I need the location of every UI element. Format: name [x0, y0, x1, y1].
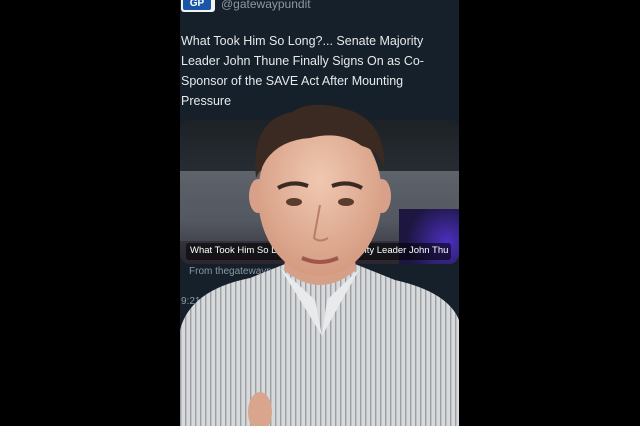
phone-screen: GP @gatewaypundit What Took Him So Long?… [180, 0, 459, 426]
presenter-video-overlay [180, 104, 459, 426]
